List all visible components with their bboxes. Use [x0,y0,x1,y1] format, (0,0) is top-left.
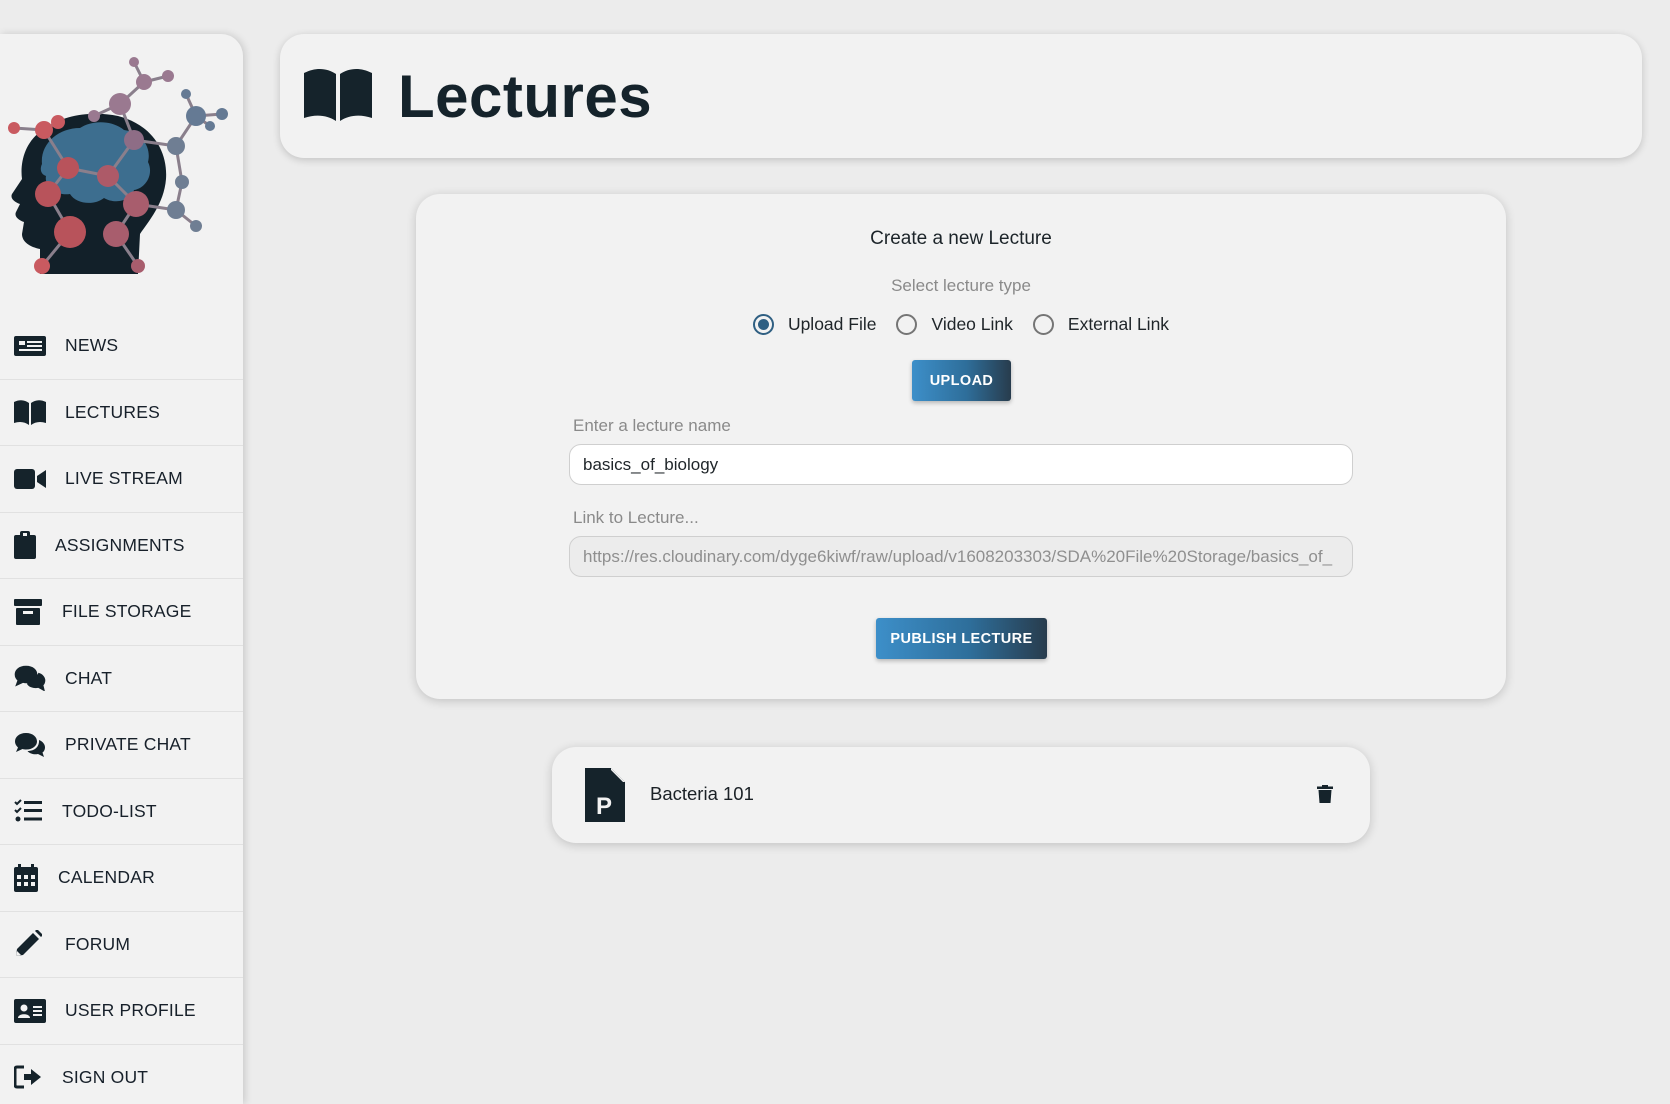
newspaper-icon [14,332,48,360]
sidebar-item-calendar[interactable]: CALENDAR [0,845,243,912]
sidebar-item-label: CHAT [65,668,112,689]
sign-out-icon [14,1063,44,1091]
calendar-icon [14,864,40,892]
lecture-link-input[interactable] [569,536,1353,577]
sidebar-item-label: CALENDAR [58,867,155,888]
sidebar-nav: NEWS LECTURES LIVE STREAM ASSIGNMENTS FI… [0,313,243,1104]
create-lecture-card: Create a new Lecture Select lecture type… [416,194,1506,699]
lecture-list-item[interactable]: P Bacteria 101 [552,747,1370,843]
upload-button[interactable]: UPLOAD [912,360,1011,401]
radio-label: External Link [1068,314,1169,335]
book-icon [14,398,48,426]
checklist-icon [14,797,44,825]
sidebar-item-label: USER PROFILE [65,1000,196,1021]
sidebar-item-label: FILE STORAGE [62,601,191,622]
radio-circle[interactable] [1033,314,1054,335]
video-camera-icon [14,465,48,493]
sidebar-item-label: SIGN OUT [62,1067,148,1088]
sidebar-item-todo-list[interactable]: TODO-LIST [0,779,243,846]
sidebar: NEWS LECTURES LIVE STREAM ASSIGNMENTS FI… [0,34,243,1104]
svg-text:P: P [596,793,612,820]
sidebar-item-label: NEWS [65,335,118,356]
sidebar-item-live-stream[interactable]: LIVE STREAM [0,446,243,513]
radio-circle[interactable] [753,314,774,335]
chat-bubbles-filled-icon [14,731,48,759]
trash-icon[interactable] [1317,785,1333,808]
brain-molecule-logo [0,44,243,274]
radio-video-link[interactable]: Video Link [896,314,1012,335]
publish-lecture-button[interactable]: PUBLISH LECTURE [876,618,1047,659]
sidebar-item-assignments[interactable]: ASSIGNMENTS [0,513,243,580]
sidebar-item-private-chat[interactable]: PRIVATE CHAT [0,712,243,779]
page-title: Lectures [398,62,652,131]
lecture-name-input[interactable] [569,444,1353,485]
sidebar-item-label: FORUM [65,934,130,955]
archive-box-icon [14,598,44,626]
radio-label: Upload File [788,314,877,335]
lecture-link-label: Link to Lecture... [573,508,699,528]
pencil-icon [14,930,48,958]
sidebar-item-label: ASSIGNMENTS [55,535,185,556]
sidebar-item-sign-out[interactable]: SIGN OUT [0,1045,243,1104]
sidebar-item-news[interactable]: NEWS [0,313,243,380]
sidebar-item-lectures[interactable]: LECTURES [0,380,243,447]
open-book-icon [304,67,372,126]
sidebar-item-chat[interactable]: CHAT [0,646,243,713]
radio-upload-file[interactable]: Upload File [753,314,877,335]
lecture-type-radio-group: Upload File Video Link External Link [416,314,1506,335]
file-powerpoint-icon: P [585,768,625,827]
sidebar-item-label: LIVE STREAM [65,468,183,489]
sidebar-item-file-storage[interactable]: FILE STORAGE [0,579,243,646]
page-header: Lectures [280,34,1642,158]
sidebar-item-label: PRIVATE CHAT [65,734,191,755]
lecture-name-label: Enter a lecture name [573,416,731,436]
radio-circle[interactable] [896,314,917,335]
create-lecture-title: Create a new Lecture [416,228,1506,250]
sidebar-item-user-profile[interactable]: USER PROFILE [0,978,243,1045]
clipboard-icon [14,531,38,559]
sidebar-item-label: LECTURES [65,402,160,423]
sidebar-item-label: TODO-LIST [62,801,157,822]
id-card-icon [14,997,48,1025]
chat-bubbles-icon [14,664,48,692]
lecture-type-prompt: Select lecture type [416,276,1506,296]
lecture-name: Bacteria 101 [650,783,754,805]
radio-label: Video Link [931,314,1012,335]
radio-external-link[interactable]: External Link [1033,314,1169,335]
sidebar-item-forum[interactable]: FORUM [0,912,243,979]
